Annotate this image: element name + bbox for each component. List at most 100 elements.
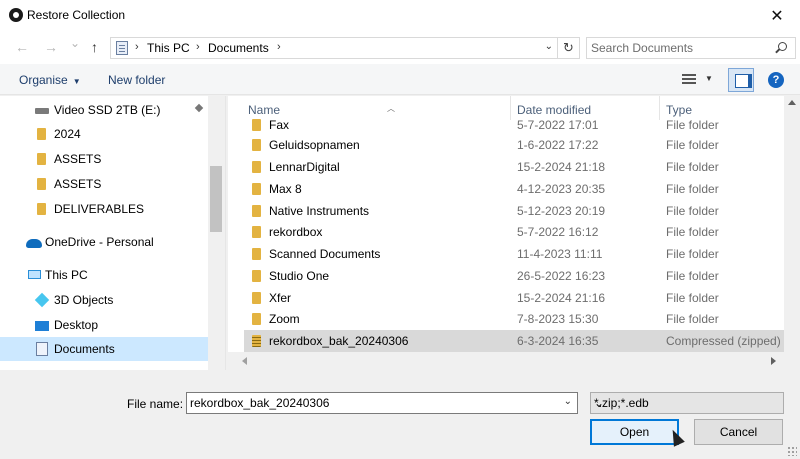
file-row[interactable]: Max 8 4-12-2023 20:35 File folder xyxy=(244,178,784,200)
file-row[interactable]: Fax 5-7-2022 17:01 File folder xyxy=(244,114,784,136)
file-row[interactable]: Studio One 26-5-2022 16:23 File folder xyxy=(244,265,784,287)
breadcrumb-this-pc[interactable]: This PC xyxy=(147,41,190,55)
breadcrumb-chevron-icon[interactable]: › xyxy=(196,41,200,53)
search-input[interactable] xyxy=(591,40,771,56)
folder-icon xyxy=(252,183,261,195)
sidebar-item-2024[interactable]: 2024 xyxy=(0,122,208,146)
address-dropdown-icon[interactable]: ⌄ xyxy=(545,41,553,52)
file-date: 7-8-2023 15:30 xyxy=(517,312,599,326)
folder-icon xyxy=(252,205,261,217)
help-icon[interactable]: ? xyxy=(768,72,784,88)
file-type: File folder xyxy=(666,225,719,239)
back-arrow-icon[interactable]: ← xyxy=(15,39,29,55)
navigation-pane[interactable]: Video SSD 2TB (E:) 2024 ASSETS ASSETS DE… xyxy=(0,96,224,370)
file-name-combobox[interactable]: ⌄ xyxy=(186,392,578,414)
scroll-right-arrow-icon[interactable] xyxy=(771,357,776,365)
forward-arrow-icon[interactable]: → xyxy=(44,39,58,55)
search-icon[interactable] xyxy=(778,42,787,51)
sidebar-item-video-ssd[interactable]: Video SSD 2TB (E:) xyxy=(0,98,208,122)
file-date: 5-12-2023 20:19 xyxy=(517,204,606,218)
file-row-selected[interactable]: rekordbox_bak_20240306 6-3-2024 16:35 Co… xyxy=(244,330,784,352)
scroll-up-arrow-icon[interactable] xyxy=(788,100,796,105)
sidebar-item-documents[interactable]: Documents xyxy=(0,337,208,361)
file-list[interactable]: ︿ Name Date modified Type Fax 5-7-2022 1… xyxy=(228,96,784,352)
caret-down-icon[interactable]: ▼ xyxy=(705,74,713,83)
open-button[interactable]: Open xyxy=(590,419,679,445)
desktop-icon xyxy=(35,321,49,331)
dialog-footer: File name: ⌄ *.zip;*.edb ⌄ Open Cancel xyxy=(0,370,800,459)
cancel-button[interactable]: Cancel xyxy=(694,419,783,445)
sidebar-item-label: Video SSD 2TB (E:) xyxy=(54,103,161,117)
recent-locations-chevron-icon[interactable]: ⌄ xyxy=(70,36,80,50)
sidebar-item-label: DELIVERABLES xyxy=(54,202,145,216)
file-name: Geluidsopnamen xyxy=(269,138,360,152)
new-folder-button[interactable]: New folder xyxy=(108,73,165,87)
file-row[interactable]: Geluidsopnamen 1-6-2022 17:22 File folde… xyxy=(244,134,784,156)
file-type: File folder xyxy=(666,312,719,326)
folder-icon xyxy=(252,119,261,131)
file-date: 26-5-2022 16:23 xyxy=(517,269,606,283)
resize-grip-icon[interactable] xyxy=(787,446,797,456)
file-type: File folder xyxy=(666,160,719,174)
refresh-button[interactable]: ↻ xyxy=(558,37,580,59)
file-row[interactable]: rekordbox 5-7-2022 16:12 File folder xyxy=(244,221,784,243)
file-name: Zoom xyxy=(269,312,300,326)
command-bar: Organise ▼ New folder ▼ xyxy=(0,64,800,95)
close-button[interactable]: ✕ xyxy=(754,0,800,31)
file-row[interactable]: Native Instruments 5-12-2023 20:19 File … xyxy=(244,200,784,222)
file-type-select[interactable]: *.zip;*.edb ⌄ xyxy=(590,392,784,414)
sidebar-item-this-pc[interactable]: This PC xyxy=(0,263,208,287)
window-title: Restore Collection xyxy=(27,8,126,22)
sidebar-item-desktop[interactable]: Desktop xyxy=(0,313,208,337)
file-row[interactable]: Xfer 15-2-2024 21:16 File folder xyxy=(244,287,784,309)
sidebar-item-onedrive[interactable]: OneDrive - Personal xyxy=(0,230,208,254)
file-row[interactable]: Scanned Documents 11-4-2023 11:11 File f… xyxy=(244,243,784,265)
breadcrumb-chevron-icon[interactable]: › xyxy=(135,41,139,53)
file-list-horizontal-scrollbar[interactable] xyxy=(228,352,800,370)
file-name: Scanned Documents xyxy=(269,247,381,261)
scroll-left-arrow-icon[interactable] xyxy=(242,357,247,365)
file-name: Native Instruments xyxy=(269,204,370,218)
sidebar-item-deliverables[interactable]: DELIVERABLES xyxy=(0,197,208,221)
preview-pane-button[interactable] xyxy=(728,68,754,92)
file-type: File folder xyxy=(666,118,719,132)
sidebar-item-label: 3D Objects xyxy=(54,293,114,307)
pane-divider[interactable] xyxy=(225,96,226,370)
chevron-down-icon[interactable]: ⌄ xyxy=(594,396,778,410)
file-row[interactable]: Zoom 7-8-2023 15:30 File folder xyxy=(244,308,784,330)
file-date: 1-6-2022 17:22 xyxy=(517,138,599,152)
file-name: Xfer xyxy=(269,291,292,305)
sidebar-item-3d-objects[interactable]: 3D Objects xyxy=(0,288,208,312)
pin-icon[interactable] xyxy=(194,103,204,113)
title-bar: Restore Collection ✕ xyxy=(0,0,800,31)
sidebar-scrollbar-thumb[interactable] xyxy=(210,166,222,232)
search-box[interactable] xyxy=(586,37,796,59)
chevron-down-icon[interactable]: ⌄ xyxy=(564,396,572,407)
organise-button[interactable]: Organise ▼ xyxy=(19,73,81,87)
file-name-input[interactable] xyxy=(190,395,550,411)
folder-icon xyxy=(252,270,261,282)
view-options-icon[interactable] xyxy=(682,74,696,85)
file-date: 15-2-2024 21:16 xyxy=(517,291,606,305)
file-type: File folder xyxy=(666,269,719,283)
sidebar-scrollbar[interactable] xyxy=(208,96,224,370)
sidebar-item-label: 2024 xyxy=(54,127,81,141)
up-folder-arrow-icon[interactable]: ↑ xyxy=(91,39,98,55)
file-name: rekordbox xyxy=(269,225,323,239)
folder-icon xyxy=(252,248,261,260)
file-row[interactable]: LennarDigital 15-2-2024 21:18 File folde… xyxy=(244,156,784,178)
file-name: LennarDigital xyxy=(269,160,340,174)
file-list-vertical-scrollbar[interactable] xyxy=(784,96,800,352)
file-type: File folder xyxy=(666,291,719,305)
file-type: File folder xyxy=(666,204,719,218)
cube-icon xyxy=(34,292,50,308)
sidebar-item-label: OneDrive - Personal xyxy=(45,235,154,249)
folder-icon xyxy=(252,226,261,238)
folder-icon xyxy=(252,313,261,325)
sidebar-item-assets[interactable]: ASSETS xyxy=(0,172,208,196)
breadcrumb-chevron-icon[interactable]: › xyxy=(277,41,281,53)
sidebar-item-assets[interactable]: ASSETS xyxy=(0,147,208,171)
breadcrumb-documents[interactable]: Documents xyxy=(208,41,269,55)
address-bar[interactable]: › This PC › Documents › ⌄ xyxy=(110,37,558,59)
sidebar-item-label: ASSETS xyxy=(54,177,102,191)
